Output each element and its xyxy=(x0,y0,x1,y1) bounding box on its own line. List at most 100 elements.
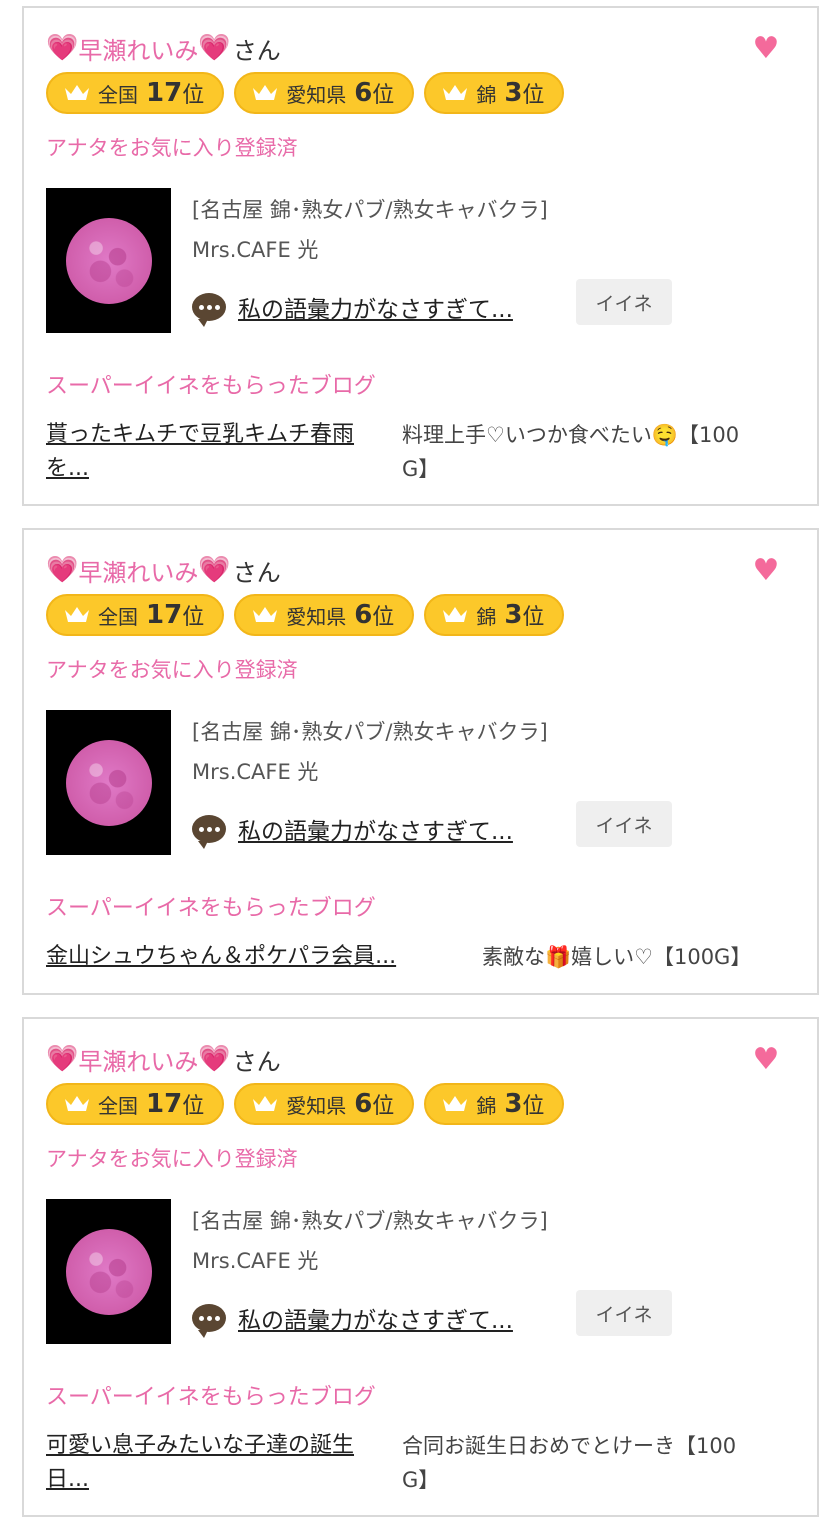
rank-number: 3 xyxy=(504,600,523,630)
shop-name[interactable]: Mrs.CAFE 光 xyxy=(192,1245,318,1275)
latest-post: 私の語彙力がなさすぎて... xyxy=(192,1301,513,1338)
crown-icon xyxy=(65,85,89,100)
rank-badges: 全国 17 位 愛知県 6 位 錦 3 位 xyxy=(46,594,565,638)
rank-suffix: 位 xyxy=(522,605,545,630)
post-title-link[interactable]: 私の語彙力がなさすぎて... xyxy=(238,290,513,324)
speech-bubble-icon xyxy=(192,1304,226,1338)
rank-badge-area[interactable]: 錦 3 位 xyxy=(424,72,565,114)
user-name: 早瀬れいみ xyxy=(78,558,199,587)
shop-category: [名古屋 錦･熟女パブ/熟女キャバクラ] xyxy=(192,1209,548,1233)
rank-suffix: 位 xyxy=(182,83,205,108)
rank-region: 錦 xyxy=(476,1093,497,1118)
rank-number: 6 xyxy=(354,78,373,108)
crown-icon xyxy=(443,85,468,100)
rank-suffix: 位 xyxy=(182,1094,205,1119)
rank-badges: 全国 17 位 愛知県 6 位 錦 3 位 xyxy=(46,1083,565,1127)
pink-heart-icon: 💗 xyxy=(46,33,79,63)
shop-category: [名古屋 錦･熟女パブ/熟女キャバクラ] xyxy=(192,720,548,744)
rank-badge-national[interactable]: 全国 17 位 xyxy=(46,594,225,636)
latest-post: 私の語彙力がなさすぎて... xyxy=(192,290,513,327)
favorite-heart-icon[interactable]: ♥ xyxy=(751,556,781,586)
comment-line: 料理上手♡いつか食べたい🤤【100 xyxy=(402,423,740,447)
shop-name[interactable]: Mrs.CAFE 光 xyxy=(192,756,318,786)
crown-icon xyxy=(443,607,468,622)
rank-suffix: 位 xyxy=(372,83,395,108)
shop-category: [名古屋 錦･熟女パブ/熟女キャバクラ] xyxy=(192,198,548,222)
rank-region: 愛知県 xyxy=(286,82,347,107)
blog-title-line: を... xyxy=(46,456,89,481)
rank-number: 17 xyxy=(146,78,183,108)
rank-suffix: 位 xyxy=(522,1094,545,1119)
favorite-status: アナタをお気に入り登録済 xyxy=(46,1147,298,1171)
rank-badge-prefecture[interactable]: 愛知県 6 位 xyxy=(234,1083,415,1125)
rank-number: 17 xyxy=(146,600,183,630)
shop-name[interactable]: Mrs.CAFE 光 xyxy=(192,234,318,264)
favorite-status: アナタをお気に入り登録済 xyxy=(46,658,298,682)
rank-number: 17 xyxy=(146,1089,183,1119)
blog-title-line: 可愛い息子みたいな子達の誕生 xyxy=(46,1433,355,1458)
rank-badge-area[interactable]: 錦 3 位 xyxy=(424,1083,565,1125)
speech-bubble-icon xyxy=(192,293,226,327)
super-like-comment: 合同お誕生日おめでとけーき【100 G】 xyxy=(402,1429,736,1497)
comment-line: 合同お誕生日おめでとけーき【100 xyxy=(402,1434,737,1458)
like-button[interactable]: イイネ xyxy=(576,801,672,847)
rank-badge-national[interactable]: 全国 17 位 xyxy=(46,1083,225,1125)
ranking-card: 💗 早瀬れいみ 💗 さん ♥ 全国 17 位 愛知県 6 位 錦 3 位 アナタ… xyxy=(22,528,819,995)
rank-suffix: 位 xyxy=(182,605,205,630)
rank-region: 錦 xyxy=(476,82,497,107)
super-like-comment: 料理上手♡いつか食べたい🤤【100 G】 xyxy=(402,418,739,486)
comment-line: 素敵な🎁嬉しい♡【100G】 xyxy=(482,945,752,969)
rank-badge-area[interactable]: 錦 3 位 xyxy=(424,594,565,636)
favorite-heart-icon[interactable]: ♥ xyxy=(751,34,781,64)
user-name: 早瀬れいみ xyxy=(78,1047,199,1076)
rank-region: 全国 xyxy=(98,82,138,107)
rank-number: 6 xyxy=(354,600,373,630)
user-name-row[interactable]: 💗 早瀬れいみ 💗 さん xyxy=(46,552,281,588)
pink-moon-image xyxy=(65,1228,152,1315)
rank-region: 錦 xyxy=(476,604,497,629)
user-name: 早瀬れいみ xyxy=(78,36,199,65)
crown-icon xyxy=(253,85,278,100)
pink-heart-icon: 💗 xyxy=(46,1044,79,1074)
rank-badge-prefecture[interactable]: 愛知県 6 位 xyxy=(234,594,415,636)
rank-badge-national[interactable]: 全国 17 位 xyxy=(46,72,225,114)
rank-badge-prefecture[interactable]: 愛知県 6 位 xyxy=(234,72,415,114)
rank-badges: 全国 17 位 愛知県 6 位 錦 3 位 xyxy=(46,72,565,116)
pink-heart-icon: 💗 xyxy=(198,555,231,585)
post-title-link[interactable]: 私の語彙力がなさすぎて... xyxy=(238,812,513,846)
profile-thumbnail[interactable] xyxy=(46,1199,171,1344)
rank-region: 全国 xyxy=(98,1093,138,1118)
crown-icon xyxy=(253,1096,278,1111)
like-button[interactable]: イイネ xyxy=(576,279,672,325)
pink-moon-image xyxy=(65,739,152,826)
comment-line: G】 xyxy=(402,457,440,481)
profile-thumbnail[interactable] xyxy=(46,188,171,333)
like-button[interactable]: イイネ xyxy=(576,1290,672,1336)
profile-thumbnail[interactable] xyxy=(46,710,171,855)
super-like-blog-link[interactable]: 可愛い息子みたいな子達の誕生 日... xyxy=(46,1429,354,1497)
user-name-row[interactable]: 💗 早瀬れいみ 💗 さん xyxy=(46,30,281,66)
rank-number: 6 xyxy=(354,1089,373,1119)
blog-title-line: 日... xyxy=(46,1467,89,1492)
post-title-link[interactable]: 私の語彙力がなさすぎて... xyxy=(238,1301,513,1335)
rank-number: 3 xyxy=(504,78,523,108)
favorite-heart-icon[interactable]: ♥ xyxy=(751,1045,781,1075)
favorite-status: アナタをお気に入り登録済 xyxy=(46,136,298,160)
honorific: さん xyxy=(232,36,281,65)
rank-number: 3 xyxy=(504,1089,523,1119)
super-like-heading: スーパーイイネをもらったブログ xyxy=(46,374,376,399)
super-like-blog-link[interactable]: 貰ったキムチで豆乳キムチ春雨 を... xyxy=(46,418,354,486)
super-like-heading: スーパーイイネをもらったブログ xyxy=(46,896,376,921)
honorific: さん xyxy=(232,1047,281,1076)
crown-icon xyxy=(65,607,89,622)
blog-title-line: 貰ったキムチで豆乳キムチ春雨 xyxy=(46,422,355,447)
ranking-card: 💗 早瀬れいみ 💗 さん ♥ 全国 17 位 愛知県 6 位 錦 3 位 アナタ… xyxy=(22,6,819,506)
user-name-row[interactable]: 💗 早瀬れいみ 💗 さん xyxy=(46,1041,281,1077)
blog-title-line: 金山シュウちゃん＆ポケパラ会員... xyxy=(46,944,397,969)
rank-suffix: 位 xyxy=(522,83,545,108)
super-like-comment: 素敵な🎁嬉しい♡【100G】 xyxy=(482,940,751,974)
pink-heart-icon: 💗 xyxy=(198,33,231,63)
latest-post: 私の語彙力がなさすぎて... xyxy=(192,812,513,849)
rank-region: 全国 xyxy=(98,604,138,629)
super-like-blog-link[interactable]: 金山シュウちゃん＆ポケパラ会員... xyxy=(46,940,396,974)
